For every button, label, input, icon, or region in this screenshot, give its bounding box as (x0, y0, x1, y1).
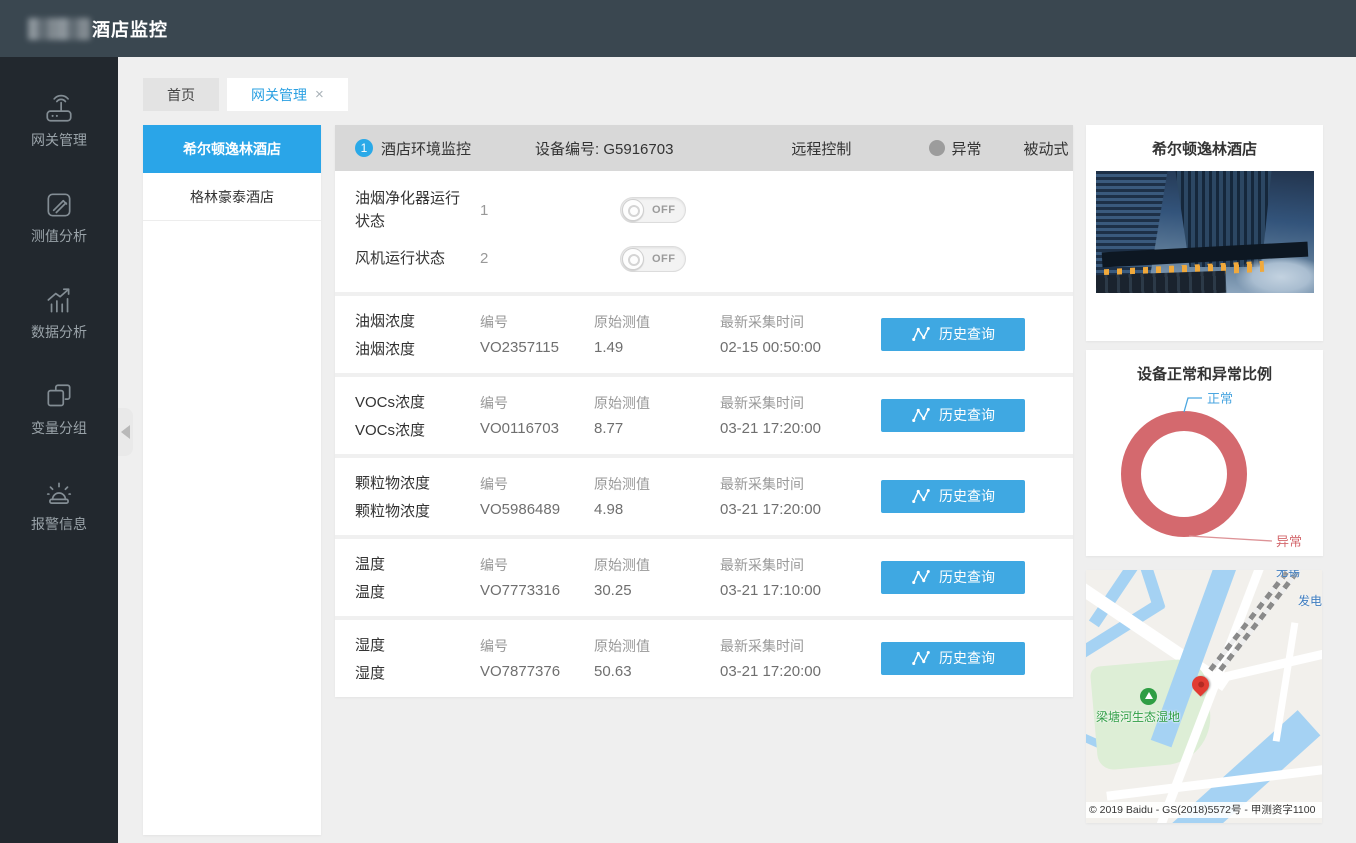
line-chart-icon (912, 408, 930, 422)
hotel-list-item-selected[interactable]: 希尔顿逸林酒店 (143, 125, 321, 173)
toggle-knob (622, 199, 644, 222)
ratio-title: 设备正常和异常比例 (1136, 366, 1272, 383)
tab-home[interactable]: 首页 (143, 78, 219, 111)
callout-line-abnormal (1188, 535, 1273, 542)
sidebar-item-label: 数据分析 (31, 324, 87, 340)
measure-analysis-icon (47, 193, 71, 217)
content-area: 首页 网关管理 × 希尔顿逸林酒店 格林豪泰酒店 1 酒店环境监控 设备编号: … (118, 57, 1356, 843)
sidebar: 网关管理 测值分析 数据分析 变量分组 报警信息 (0, 57, 118, 843)
right-panel: 希尔顿逸林酒店 设备正常和异常比例 正常 异常 梁塘河生态湿地 无锡 发电 © … (1086, 125, 1323, 823)
switch-row-fan: 风机运行状态 2 OFF (335, 245, 1073, 272)
sensor-row-smoke: 油烟浓度 油烟浓度 编号 VO2357115 原始测值 1.49 最新采集时间 02-1… (335, 295, 1073, 373)
sidebar-item-variable-group[interactable]: 变量分组 (31, 381, 87, 438)
close-icon[interactable]: × (315, 86, 324, 103)
donut-chart-svg: 正常 异常 (1121, 391, 1302, 549)
top-header: 酒店监控 (0, 0, 1356, 57)
sidebar-item-gateway[interactable]: 网关管理 (31, 93, 87, 150)
sidebar-collapse-handle[interactable] (118, 408, 133, 456)
sidebar-item-measure[interactable]: 测值分析 (31, 189, 87, 246)
park-poi-label: 梁塘河生态湿地 (1096, 710, 1181, 724)
device-panel-header: 1 酒店环境监控 设备编号: G5916703 远程控制 异常 被动式 (335, 125, 1073, 171)
data-analysis-icon (47, 288, 70, 313)
hotel-photo (1095, 171, 1314, 293)
app-title: 酒店监控 (92, 19, 168, 40)
hotel-list-item[interactable]: 格林豪泰酒店 (143, 173, 321, 221)
hotel-photo-lobby (1095, 270, 1226, 293)
sensor-row-vocs: VOCs浓度 VOCs浓度 编号 VO0116703 原始测值 8.77 最新采集时间… (335, 376, 1073, 454)
history-query-button[interactable]: 历史查询 (881, 641, 1025, 675)
sensor-row-temperature: 温度 温度 编号 VO7773316 原始测值 30.25 最新采集时间 03-21 1… (335, 538, 1073, 616)
sidebar-item-label: 报警信息 (31, 516, 87, 532)
chevron-left-icon (121, 425, 130, 439)
sidebar-item-label: 网关管理 (31, 132, 87, 148)
fan-toggle[interactable]: OFF (620, 245, 686, 272)
sensor-row-particles: 颗粒物浓度 颗粒物浓度 编号 VO5986489 原始测值 4.98 最新采集时间 03… (335, 457, 1073, 535)
history-query-button[interactable]: 历史查询 (881, 560, 1025, 594)
map-poi-label: 发电 (1297, 594, 1322, 608)
map-copyright: © 2019 Baidu - GS(2018)5572号 - 甲测资字1100 (1086, 802, 1322, 818)
baidu-map[interactable]: 梁塘河生态湿地 无锡 发电 © 2019 Baidu - GS(2018)557… (1086, 570, 1322, 823)
history-query-button[interactable]: 历史查询 (881, 317, 1025, 351)
device-number: 设备编号: G5916703 (535, 140, 674, 158)
purifier-toggle[interactable]: OFF (620, 197, 686, 224)
hotel-name: 希尔顿逸林酒店 (1151, 141, 1257, 158)
device-ratio-card: 设备正常和异常比例 正常 异常 (1086, 350, 1323, 556)
history-query-button[interactable]: 历史查询 (881, 479, 1025, 513)
sidebar-item-label: 测值分析 (31, 228, 87, 244)
park-poi-icon (1140, 688, 1157, 705)
mode-text: 被动式 (1023, 140, 1069, 158)
history-query-button[interactable]: 历史查询 (881, 398, 1025, 432)
device-index-badge: 1 (355, 139, 373, 157)
toggle-knob (622, 247, 644, 270)
tab-bar: 首页 网关管理 × (143, 78, 348, 111)
sidebar-item-label: 变量分组 (31, 420, 87, 436)
status-text: 异常 (951, 140, 982, 158)
variable-group-icon (47, 384, 71, 407)
tab-gateway[interactable]: 网关管理 × (227, 78, 348, 111)
legend-normal: 正常 (1207, 391, 1233, 406)
device-panel: 1 酒店环境监控 设备编号: G5916703 远程控制 异常 被动式 油烟净化… (335, 125, 1073, 697)
gateway-router-icon (46, 94, 72, 122)
sensor-row-humidity: 湿度 湿度 编号 VO7877376 原始测值 50.63 最新采集时间 03-21 1… (335, 619, 1073, 697)
switch-row-purifier: 油烟净化器运行状态 1 OFF (335, 187, 1073, 234)
line-chart-icon (912, 327, 930, 341)
legend-abnormal: 异常 (1276, 534, 1302, 549)
line-chart-icon (912, 651, 930, 665)
sidebar-item-alarm[interactable]: 报警信息 (31, 477, 87, 534)
device-title: 酒店环境监控 (381, 140, 472, 158)
sidebar-item-data-analysis[interactable]: 数据分析 (31, 285, 87, 342)
donut-chart: 正常 异常 (1086, 384, 1323, 561)
remote-control-label: 远程控制 (791, 140, 852, 158)
hotel-info-card: 希尔顿逸林酒店 (1086, 125, 1323, 341)
switch-section: 油烟净化器运行状态 1 OFF 风机运行状态 2 OFF (335, 171, 1073, 292)
company-logo (28, 17, 90, 40)
alarm-info-icon (46, 482, 72, 504)
line-chart-icon (912, 489, 930, 503)
map-poi-label-partial: 无锡 (1275, 570, 1300, 579)
line-chart-icon (912, 570, 930, 584)
callout-line-normal (1183, 397, 1202, 413)
hotel-list: 希尔顿逸林酒店 格林豪泰酒店 (143, 125, 321, 835)
status-dot-icon (929, 140, 946, 156)
